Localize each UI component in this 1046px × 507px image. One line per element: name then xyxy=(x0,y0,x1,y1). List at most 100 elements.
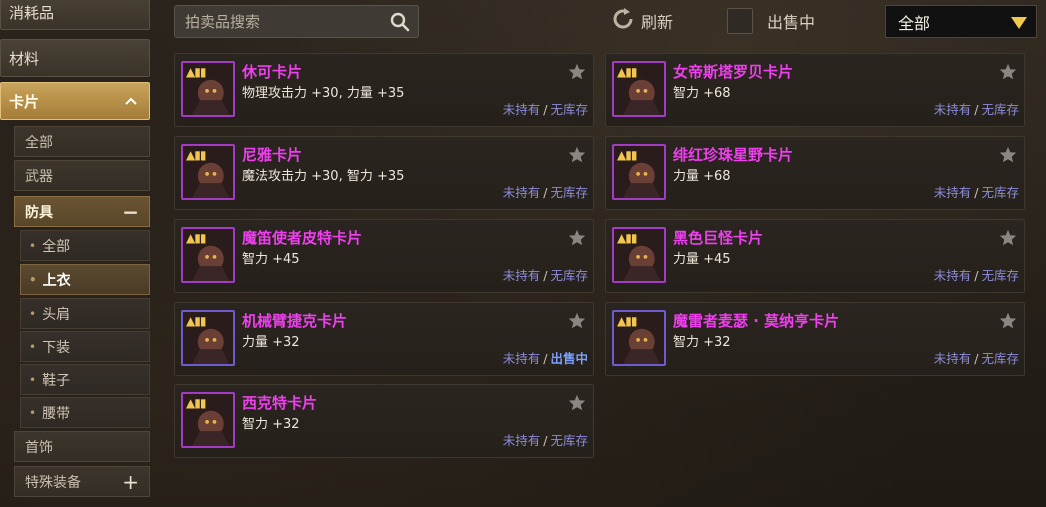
favorite-star-icon[interactable] xyxy=(999,312,1017,333)
equipment-slot-icon: ▲▮▮ xyxy=(186,148,206,162)
bullet-icon: • xyxy=(29,272,37,287)
leaf-label: 鞋子 xyxy=(42,372,71,389)
search-icon[interactable] xyxy=(390,12,410,36)
card-listing[interactable]: ▲▮▮ 绯红珍珠星野卡片 力量 +68 未持有 / 无库存 xyxy=(605,136,1025,210)
sub-all[interactable]: 全部 xyxy=(14,126,150,157)
owned-status: 未持有 xyxy=(502,351,541,366)
status-separator: / xyxy=(543,433,548,448)
equipment-slot-icon: ▲▮▮ xyxy=(617,314,637,328)
sub-label: 特殊装备 xyxy=(25,474,81,491)
card-name: 魔笛使者皮特卡片 xyxy=(242,229,363,247)
market-status: 无库存 xyxy=(981,268,1019,283)
category-materials[interactable]: 材料 xyxy=(0,39,150,77)
favorite-star-icon[interactable] xyxy=(568,229,586,250)
bullet-icon: • xyxy=(29,306,37,321)
sub-weapon[interactable]: 武器 xyxy=(14,160,150,191)
leaf-armor-top[interactable]: • 上衣 xyxy=(20,264,150,295)
favorite-star-icon[interactable] xyxy=(568,312,586,333)
card-thumbnail: ▲▮▮ xyxy=(181,392,235,448)
filter-dropdown[interactable]: 全部 xyxy=(885,5,1037,38)
category-cards[interactable]: 卡片 xyxy=(0,82,150,120)
sub-accessory[interactable]: 首饰 xyxy=(14,431,150,462)
status-separator: / xyxy=(974,268,979,283)
favorite-star-icon[interactable] xyxy=(999,146,1017,167)
owned-status: 未持有 xyxy=(933,102,972,117)
status-separator: / xyxy=(543,185,548,200)
leaf-label: 上衣 xyxy=(42,272,71,289)
on-sale-toggle[interactable]: 出售中 xyxy=(727,7,815,35)
equipment-slot-icon: ▲▮▮ xyxy=(617,231,637,245)
owned-status: 未持有 xyxy=(933,351,972,366)
favorite-star-icon[interactable] xyxy=(999,229,1017,250)
category-sidebar: 消耗品 材料 卡片 全部 武器 防具 − • 全部 • 上衣 • 头肩 • 下装… xyxy=(0,0,152,507)
dropdown-arrow-icon xyxy=(1010,15,1028,34)
card-listing[interactable]: ▲▮▮ 黑色巨怪卡片 力量 +45 未持有 / 无库存 xyxy=(605,219,1025,293)
card-listing[interactable]: ▲▮▮ 女帝斯塔罗贝卡片 智力 +68 未持有 / 无库存 xyxy=(605,53,1025,127)
card-status: 未持有 / 无库存 xyxy=(934,348,1019,367)
owned-status: 未持有 xyxy=(502,102,541,117)
card-listing[interactable]: ▲▮▮ 西克特卡片 智力 +32 未持有 / 无库存 xyxy=(174,384,594,458)
collapse-icon: − xyxy=(122,199,139,224)
card-stat: 力量 +45 xyxy=(673,252,731,267)
search-input[interactable] xyxy=(175,6,385,37)
card-stat: 力量 +32 xyxy=(242,335,300,350)
card-status: 未持有 / 无库存 xyxy=(503,99,588,118)
market-status: 无库存 xyxy=(550,433,588,448)
sub-label: 武器 xyxy=(25,168,53,185)
filter-value: 全部 xyxy=(898,13,931,33)
owned-status: 未持有 xyxy=(502,268,541,283)
card-listing[interactable]: ▲▮▮ 魔雷者麦瑟 · 莫纳亨卡片 智力 +32 未持有 / 无库存 xyxy=(605,302,1025,376)
card-thumbnail: ▲▮▮ xyxy=(612,310,666,366)
leaf-armor-pants[interactable]: • 下装 xyxy=(20,331,150,362)
card-name: 尼雅卡片 xyxy=(242,146,303,164)
leaf-armor-all[interactable]: • 全部 xyxy=(20,230,150,261)
leaf-armor-belt[interactable]: • 腰带 xyxy=(20,397,150,428)
favorite-star-icon[interactable] xyxy=(999,63,1017,84)
card-stat: 智力 +32 xyxy=(673,335,731,350)
category-label: 消耗品 xyxy=(9,3,55,22)
status-separator: / xyxy=(974,102,979,117)
card-listing[interactable]: ▲▮▮ 休可卡片 物理攻击力 +30, 力量 +35 未持有 / 无库存 xyxy=(174,53,594,127)
card-status: 未持有 / 无库存 xyxy=(503,430,588,449)
search-box xyxy=(174,5,419,38)
card-thumbnail: ▲▮▮ xyxy=(181,310,235,366)
on-sale-checkbox[interactable] xyxy=(727,8,753,34)
card-name: 绯红珍珠星野卡片 xyxy=(673,146,794,164)
leaf-armor-head[interactable]: • 头肩 xyxy=(20,298,150,329)
card-stat: 智力 +32 xyxy=(242,417,300,432)
sub-special-equipment[interactable]: 特殊装备 + xyxy=(14,466,150,497)
card-listing[interactable]: ▲▮▮ 魔笛使者皮特卡片 智力 +45 未持有 / 无库存 xyxy=(174,219,594,293)
leaf-armor-shoes[interactable]: • 鞋子 xyxy=(20,364,150,395)
bullet-icon: • xyxy=(29,372,37,387)
card-name: 休可卡片 xyxy=(242,63,303,81)
card-status: 未持有 / 无库存 xyxy=(934,99,1019,118)
favorite-star-icon[interactable] xyxy=(568,146,586,167)
category-consumables[interactable]: 消耗品 xyxy=(0,0,150,30)
card-status: 未持有 / 无库存 xyxy=(503,265,588,284)
card-status: 未持有 / 无库存 xyxy=(934,265,1019,284)
card-listing[interactable]: ▲▮▮ 机械臂捷克卡片 力量 +32 未持有 / 出售中 xyxy=(174,302,594,376)
leaf-label: 全部 xyxy=(42,238,71,255)
leaf-label: 腰带 xyxy=(42,405,71,422)
card-thumbnail: ▲▮▮ xyxy=(612,61,666,117)
card-status: 未持有 / 无库存 xyxy=(934,182,1019,201)
market-status: 无库存 xyxy=(550,268,588,283)
refresh-button[interactable]: 刷新 xyxy=(611,7,673,35)
market-status: 无库存 xyxy=(981,185,1019,200)
card-stat: 魔法攻击力 +30, 智力 +35 xyxy=(242,169,405,184)
market-status: 无库存 xyxy=(550,102,588,117)
favorite-star-icon[interactable] xyxy=(568,63,586,84)
owned-status: 未持有 xyxy=(933,268,972,283)
equipment-slot-icon: ▲▮▮ xyxy=(186,231,206,245)
card-status: 未持有 / 出售中 xyxy=(503,348,588,367)
status-separator: / xyxy=(974,351,979,366)
category-label: 材料 xyxy=(9,49,40,68)
favorite-star-icon[interactable] xyxy=(568,394,586,415)
card-name: 西克特卡片 xyxy=(242,394,318,412)
sub-armor[interactable]: 防具 − xyxy=(14,196,150,227)
bullet-icon: • xyxy=(29,405,37,420)
card-stat: 物理攻击力 +30, 力量 +35 xyxy=(242,86,405,101)
status-separator: / xyxy=(543,268,548,283)
equipment-slot-icon: ▲▮▮ xyxy=(617,148,637,162)
card-listing[interactable]: ▲▮▮ 尼雅卡片 魔法攻击力 +30, 智力 +35 未持有 / 无库存 xyxy=(174,136,594,210)
